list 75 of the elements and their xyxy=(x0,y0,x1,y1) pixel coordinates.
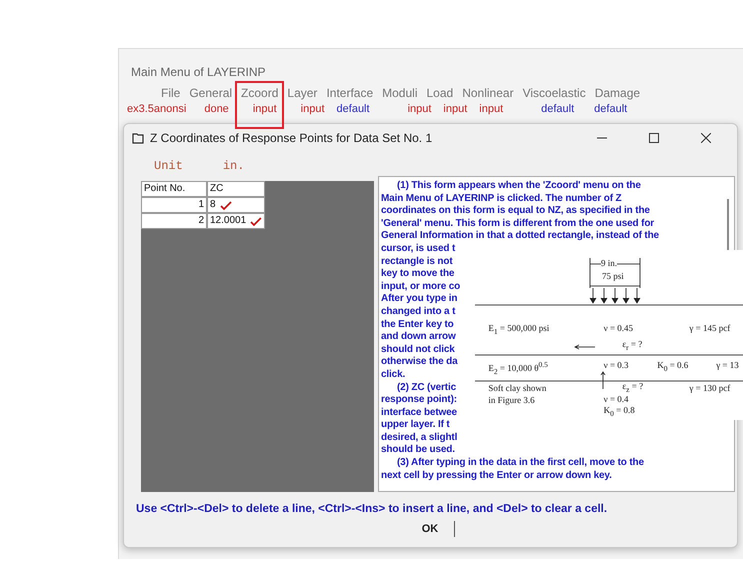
help-text: rectangle is not xyxy=(381,256,453,268)
table-cell: 2 xyxy=(141,213,207,229)
status-label: input xyxy=(479,103,504,115)
column-header: Point No. xyxy=(141,181,207,197)
diagram-label: Soft clay shown xyxy=(488,382,546,393)
help-text: input, or more co xyxy=(381,280,460,294)
help-text: desired, a slightl xyxy=(381,432,458,444)
status-label: input xyxy=(300,103,325,115)
help-text: Main Menu of LAYERINP is clicked. The number of Z xyxy=(381,192,622,206)
help-text: should not click xyxy=(381,344,455,356)
unit-label: Unit xyxy=(154,159,183,173)
help-text: After you type in xyxy=(381,293,458,306)
status-label: default xyxy=(594,103,628,115)
status-label: done xyxy=(204,103,229,115)
status-label: input xyxy=(443,103,468,115)
dialog-title: Z Coordinates of Response Points for Data Set No. 1 xyxy=(150,131,434,145)
diagram-label: ν = 0.4 xyxy=(604,394,629,404)
diagram-label: in Figure 3.6 xyxy=(488,394,535,405)
help-text: changed into a t xyxy=(381,306,456,319)
menu-item[interactable]: File xyxy=(161,85,180,101)
help-text: interface betwee xyxy=(381,406,457,420)
diagram-label: K$_{0}$ = 0.6 xyxy=(657,360,688,372)
status-label: input xyxy=(408,103,432,115)
menu-item[interactable]: Layer xyxy=(287,85,318,101)
diagram-label: ν = 0.45 xyxy=(604,323,634,334)
menu-item[interactable]: General xyxy=(189,85,232,101)
help-text: coordinates on this form is equal to NZ, as specified in the xyxy=(381,205,650,218)
hint-text: Use <Ctrl>-<Del> to delete a line, <Ctrl>-<Ins> to insert a line, and <Del> to clear a cell. xyxy=(135,502,608,515)
scrollbar-thumb[interactable] xyxy=(727,199,729,253)
menu-item[interactable]: Damage xyxy=(594,85,640,101)
window-title: Main Menu of LAYERINP xyxy=(130,64,267,81)
help-text: otherwise the da xyxy=(381,356,458,369)
diagram-label: ν = 0.3 xyxy=(604,360,629,370)
help-text: upper layer. If t xyxy=(381,419,450,432)
diagram-label: γ = 145 pcf xyxy=(689,323,730,334)
dimension-label: 9 in. xyxy=(601,258,618,268)
help-text: 'General' menu. This form is different from the one used for xyxy=(381,218,654,230)
status-label: ex3.5anonsi xyxy=(127,103,186,115)
menu-item[interactable]: Load xyxy=(426,85,454,101)
window-icon xyxy=(132,132,144,144)
diagram-label: ε$_{r}$ = ? xyxy=(622,338,642,352)
help-text: click. xyxy=(381,368,406,382)
status-label: input xyxy=(252,103,277,115)
help-text: and down arrow xyxy=(381,331,456,344)
menu-item[interactable]: Zcoord xyxy=(241,85,278,101)
diagram-label: γ = 130 pcf xyxy=(689,382,730,393)
unit-value: in. xyxy=(222,159,244,173)
help-text: General Information in that a dotted rectangle, instead of the xyxy=(381,230,659,243)
help-text: (2) ZC (vertic xyxy=(397,382,456,394)
close-icon xyxy=(701,133,711,143)
table-cell: 1 xyxy=(141,197,207,213)
menu-item[interactable]: Nonlinear xyxy=(462,85,514,101)
help-text: should be used. xyxy=(381,444,455,458)
diagram-label: γ = 13 xyxy=(716,360,739,370)
help-text: the Enter key to xyxy=(381,318,454,332)
status-label: default xyxy=(336,103,370,115)
help-text: cursor, is used t xyxy=(381,242,456,256)
table-cell[interactable]: 12.0001 xyxy=(207,213,265,229)
diagram-label: K$_{0}$ = 0.8 xyxy=(604,404,635,418)
load-label: 75 psi xyxy=(602,271,624,281)
column-header: ZC xyxy=(207,181,265,197)
maximize-icon xyxy=(649,133,659,143)
diagram-label: E$_{2}$ = 10,000 θ$^{0.5}$ xyxy=(488,360,548,376)
help-text: response point): xyxy=(381,394,457,407)
diagram-label: E$_{1}$ = 500,000 psi xyxy=(488,323,550,336)
help-text: (3) After typing in the data in the first cell, move to the xyxy=(397,457,644,470)
help-text: key to move the xyxy=(381,268,454,281)
menu-item[interactable]: Viscoelastic xyxy=(522,85,586,101)
status-label: default xyxy=(541,103,574,115)
table-cell[interactable]: 8 xyxy=(207,197,265,213)
menu-item[interactable]: Moduli xyxy=(382,85,418,101)
help-text: (1) This form appears when the 'Zcoord' menu on the xyxy=(397,180,641,193)
help-text: next cell by pressing the Enter or arrow down key. xyxy=(381,470,612,482)
diagram-label: ε$_{z}$ = ? xyxy=(622,380,644,394)
menu-item[interactable]: Interface xyxy=(326,85,374,101)
